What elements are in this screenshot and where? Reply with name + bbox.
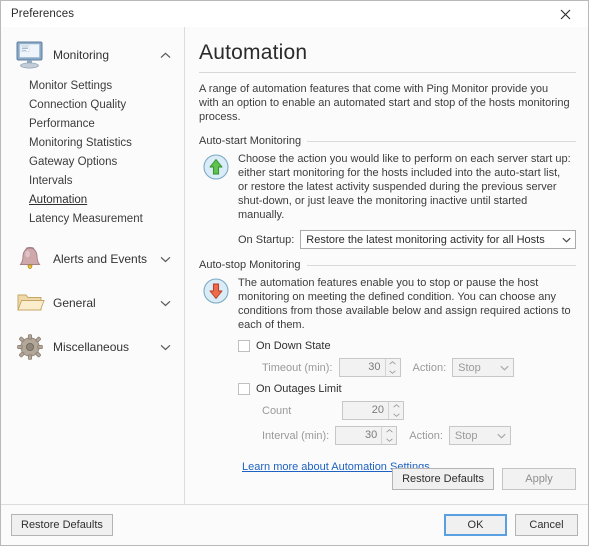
interval-value: 30	[365, 429, 378, 441]
dialog-footer: Restore Defaults OK Cancel	[1, 504, 588, 545]
sidebar-item-intervals[interactable]: Intervals	[1, 172, 184, 191]
count-value: 20	[371, 404, 384, 416]
stepper-down-icon[interactable]	[382, 436, 396, 445]
stepper-buttons[interactable]	[388, 402, 403, 419]
group-header: Auto-stop Monitoring	[199, 259, 576, 271]
gear-icon	[13, 330, 47, 364]
bell-icon	[13, 242, 47, 276]
sidebar-category-general[interactable]: General	[1, 281, 184, 325]
close-button[interactable]	[543, 1, 588, 27]
down-state-action-dropdown[interactable]: Stop	[452, 358, 515, 377]
down-state-action-label: Action:	[412, 361, 447, 374]
chevron-down-icon[interactable]	[158, 252, 172, 266]
on-outages-limit-label: On Outages Limit	[256, 383, 342, 395]
sidebar-subitems-monitoring: Monitor Settings Connection Quality Perf…	[1, 77, 184, 237]
close-icon	[560, 9, 571, 19]
interval-label: Interval (min):	[262, 429, 330, 442]
group-divider	[307, 140, 576, 142]
on-outages-limit-checkbox-row[interactable]: On Outages Limit	[238, 383, 576, 395]
outages-action-dropdown[interactable]: Stop	[448, 426, 511, 445]
sidebar-category-monitoring[interactable]: Monitoring	[1, 33, 184, 77]
main-panel: Automation A range of automation feature…	[185, 27, 588, 504]
red-down-arrow-icon	[203, 278, 229, 304]
on-down-state-label: On Down State	[256, 340, 331, 352]
auto-stop-description: The automation features enable you to st…	[238, 277, 571, 331]
stepper-buttons[interactable]	[381, 427, 396, 444]
dialog-body: Monitoring Monitor Settings Connection Q…	[1, 27, 588, 504]
chevron-up-icon[interactable]	[158, 48, 172, 62]
group-divider	[306, 264, 576, 266]
ok-button[interactable]: OK	[444, 514, 507, 536]
sidebar-category-label: Alerts and Events	[53, 252, 148, 266]
count-label: Count	[262, 404, 292, 417]
window-title: Preferences	[11, 8, 75, 20]
cancel-button[interactable]: Cancel	[515, 514, 578, 536]
group-text: Choose the action you would like to perf…	[238, 152, 576, 255]
sidebar-category-miscellaneous[interactable]: Miscellaneous	[1, 325, 184, 369]
group-title: Auto-stop Monitoring	[199, 259, 301, 271]
monitor-icon	[13, 38, 47, 72]
outages-action-value: Stop	[454, 429, 478, 442]
page-title: Automation	[199, 41, 308, 64]
outages-interval-row: Interval (min): 30 Action: Stop	[238, 426, 576, 445]
sidebar-item-automation[interactable]: Automation	[1, 191, 184, 210]
sidebar-category-alerts-and-events[interactable]: Alerts and Events	[1, 237, 184, 281]
group-body: The automation features enable you to st…	[199, 276, 576, 473]
title-bar: Preferences	[1, 1, 588, 27]
group-auto-start-monitoring: Auto-start Monitoring Choose the action …	[199, 135, 576, 255]
sidebar-item-monitor-settings[interactable]: Monitor Settings	[1, 77, 184, 96]
on-outages-limit-checkbox[interactable]	[238, 383, 250, 395]
panel-action-buttons: Restore Defaults Apply	[392, 468, 576, 490]
panel-restore-defaults-button[interactable]: Restore Defaults	[392, 468, 494, 490]
chevron-down-icon	[496, 359, 513, 376]
sidebar-item-monitoring-statistics[interactable]: Monitoring Statistics	[1, 134, 184, 153]
on-down-state-settings-row: Timeout (min): 30 Action: Stop	[238, 358, 576, 377]
stepper-down-icon[interactable]	[389, 411, 403, 420]
interval-stepper[interactable]: 30	[335, 426, 398, 445]
green-up-arrow-icon	[203, 154, 229, 180]
sidebar-category-label: Miscellaneous	[53, 340, 130, 354]
count-stepper[interactable]: 20	[342, 401, 404, 420]
stepper-up-icon[interactable]	[389, 402, 403, 411]
title-divider	[199, 72, 576, 73]
group-body: Choose the action you would like to perf…	[199, 152, 576, 255]
apply-button[interactable]: Apply	[502, 468, 576, 490]
group-text: The automation features enable you to st…	[238, 276, 576, 473]
page-intro-text: A range of automation features that come…	[199, 83, 570, 123]
chevron-down-icon	[493, 427, 510, 444]
outages-action-label: Action:	[409, 429, 443, 442]
sidebar-item-latency-measurement[interactable]: Latency Measurement	[1, 210, 184, 229]
timeout-value: 30	[368, 361, 381, 373]
auto-start-description: Choose the action you would like to perf…	[238, 153, 571, 221]
outages-count-row: Count 20	[238, 401, 576, 420]
stepper-buttons[interactable]	[384, 359, 400, 377]
down-state-action-value: Stop	[458, 361, 481, 374]
timeout-stepper[interactable]: 30	[338, 358, 401, 377]
stepper-up-icon[interactable]	[382, 427, 396, 436]
sidebar: Monitoring Monitor Settings Connection Q…	[1, 27, 185, 504]
chevron-down-icon[interactable]	[158, 340, 172, 354]
on-down-state-checkbox-row[interactable]: On Down State	[238, 340, 576, 352]
sidebar-item-connection-quality[interactable]: Connection Quality	[1, 96, 184, 115]
on-startup-label: On Startup:	[238, 233, 295, 246]
group-header: Auto-start Monitoring	[199, 135, 576, 147]
group-auto-stop-monitoring: Auto-stop Monitoring The automation feat…	[199, 259, 576, 473]
on-startup-dropdown[interactable]: Restore the latest monitoring activity f…	[300, 230, 576, 249]
on-startup-row: On Startup: Restore the latest monitorin…	[238, 230, 576, 249]
footer-restore-defaults-button[interactable]: Restore Defaults	[11, 514, 113, 536]
on-startup-value: Restore the latest monitoring activity f…	[306, 233, 545, 246]
chevron-down-icon[interactable]	[158, 296, 172, 310]
group-title: Auto-start Monitoring	[199, 135, 302, 147]
stepper-up-icon[interactable]	[386, 359, 400, 368]
on-down-state-checkbox[interactable]	[238, 340, 250, 352]
timeout-label: Timeout (min):	[262, 361, 333, 374]
chevron-down-icon	[558, 231, 575, 248]
sidebar-item-gateway-options[interactable]: Gateway Options	[1, 153, 184, 172]
preferences-window: Preferences Monitoring Monitor Settings …	[0, 0, 589, 546]
stepper-down-icon[interactable]	[386, 368, 400, 377]
sidebar-category-label: General	[53, 296, 96, 310]
folder-icon	[13, 286, 47, 320]
sidebar-category-label: Monitoring	[53, 48, 110, 62]
sidebar-item-performance[interactable]: Performance	[1, 115, 184, 134]
